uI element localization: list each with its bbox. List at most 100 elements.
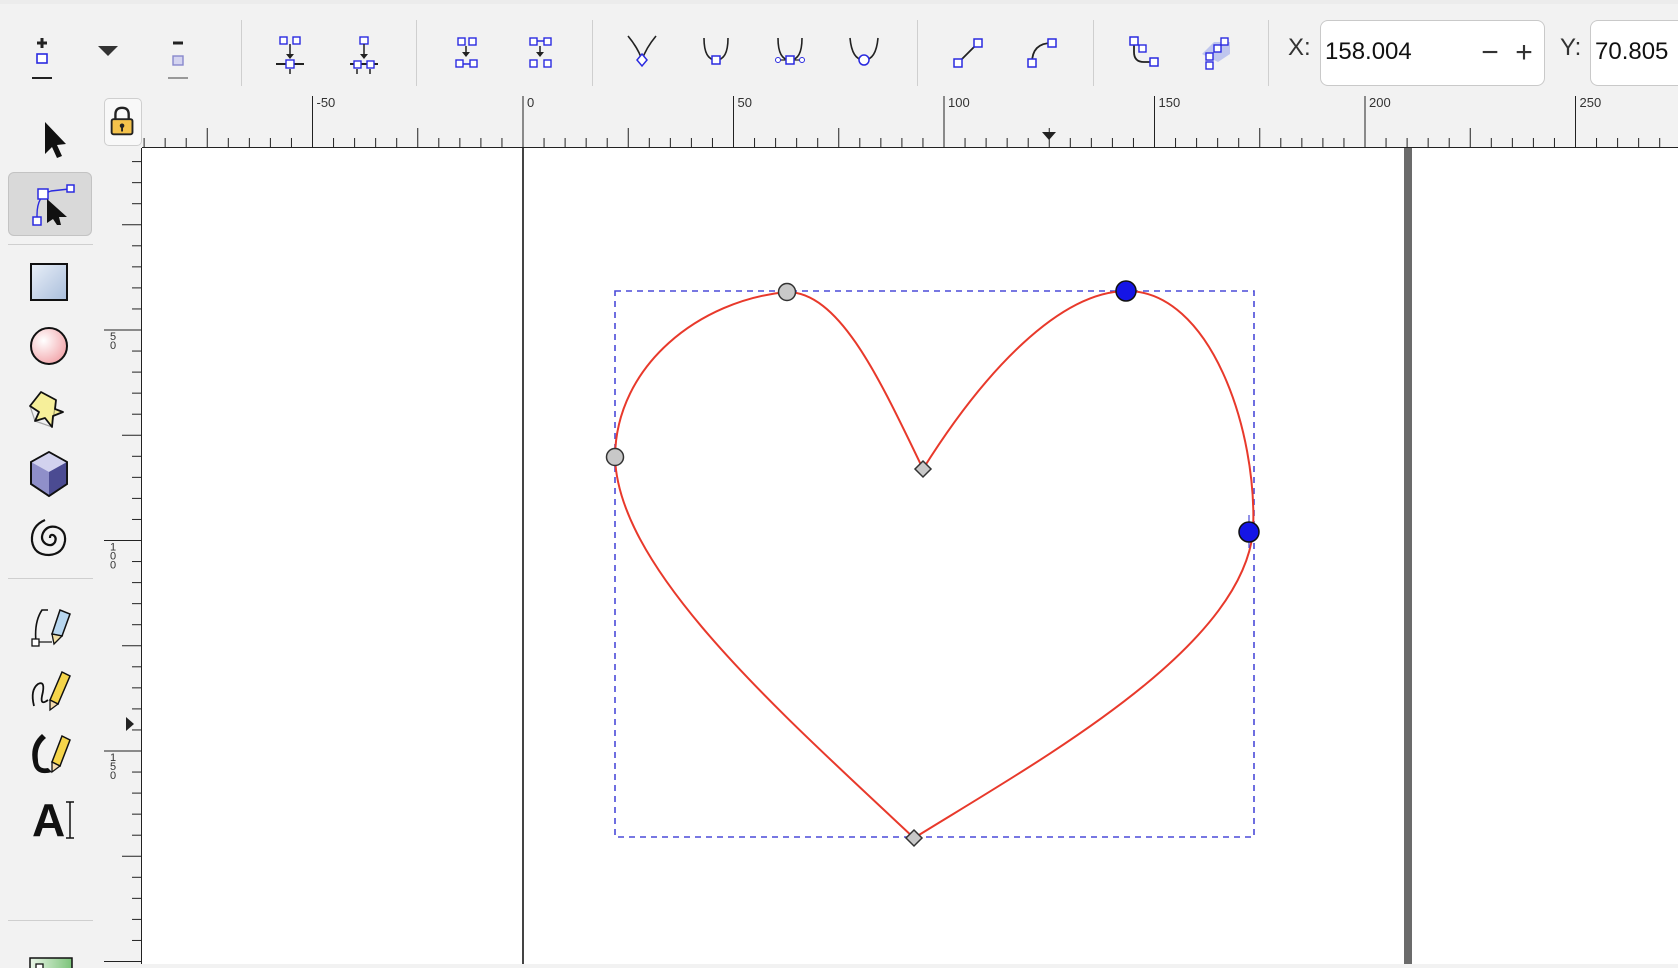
3d-box-tool[interactable] <box>8 442 92 506</box>
object-to-path-button[interactable] <box>1112 18 1176 82</box>
toolbar-separator <box>241 20 242 86</box>
ruler-cursor-marker <box>1042 132 1056 140</box>
drawing-canvas[interactable] <box>142 148 1678 964</box>
lock-icon <box>110 106 134 136</box>
x-coordinate-spinbox[interactable]: − + <box>1320 20 1545 86</box>
cube-icon <box>30 450 68 498</box>
node-smooth-icon <box>703 37 729 65</box>
node-symmetric-icon <box>775 37 805 65</box>
join-nodes-button[interactable] <box>258 18 322 82</box>
text-tool[interactable]: A <box>8 784 92 848</box>
pencil-icon <box>31 670 71 712</box>
delete-node-icon <box>168 41 188 79</box>
ruler-label: 0 <box>110 770 116 782</box>
stroke-to-path-button[interactable] <box>1184 18 1248 82</box>
x-coordinate-input[interactable] <box>1325 34 1470 70</box>
toolbar-separator <box>1268 20 1269 86</box>
stroke-to-path-icon <box>1202 37 1230 70</box>
ruler-label: 0 <box>110 340 116 352</box>
spiral-icon <box>30 518 67 557</box>
node-smooth-button[interactable] <box>684 18 748 82</box>
toolbox-separator <box>8 244 93 245</box>
ruler-label: 0 <box>527 96 534 110</box>
node-tool[interactable] <box>8 172 92 236</box>
path-node[interactable] <box>605 447 625 467</box>
ruler-label: 50 <box>738 96 752 110</box>
path-node[interactable] <box>777 282 797 302</box>
heart-path[interactable] <box>613 289 1255 840</box>
calligraphy-tool[interactable] <box>8 720 92 784</box>
ruler-label: 150 <box>1159 96 1181 110</box>
join-segment-icon <box>455 37 478 68</box>
ruler-label: 200 <box>1369 96 1391 110</box>
break-path-button[interactable] <box>332 18 396 82</box>
ellipse-tool[interactable] <box>8 314 92 378</box>
selection-bounding-box <box>614 290 1255 838</box>
ruler-label: 100 <box>948 96 970 110</box>
y-coordinate-label: Y: <box>1560 34 1582 61</box>
segment-curve-button[interactable] <box>1010 18 1074 82</box>
segment-line-button[interactable] <box>936 18 1000 82</box>
calligraphy-icon <box>32 734 71 774</box>
y-coordinate-input[interactable] <box>1595 34 1678 70</box>
horizontal-ruler[interactable]: -50 0 50 100 150 200 250 <box>142 96 1678 148</box>
segment-curve-icon <box>1027 38 1057 68</box>
x-increment-button[interactable]: + <box>1505 21 1543 85</box>
ruler-cursor-marker <box>126 717 134 731</box>
gradient-tool[interactable] <box>8 932 92 968</box>
delete-segment-button[interactable] <box>508 18 572 82</box>
selected-path-node[interactable] <box>1115 280 1137 302</box>
star-tool[interactable] <box>8 378 92 442</box>
rectangle-icon <box>30 263 68 301</box>
star-icon <box>29 391 64 428</box>
node-symmetric-button[interactable] <box>758 18 822 82</box>
page-right-edge <box>1404 148 1412 964</box>
pen-icon <box>31 609 71 647</box>
spiral-tool[interactable] <box>8 506 92 570</box>
x-decrement-button[interactable]: − <box>1471 21 1509 85</box>
text-icon: A <box>32 794 74 846</box>
node-cusp-button[interactable] <box>610 18 674 82</box>
join-nodes-icon <box>276 36 304 74</box>
vertical-ruler-scale: 501001502 <box>104 161 142 964</box>
tool-controls-bar: X: − + Y: <box>0 0 1678 96</box>
delete-segment-icon <box>529 37 552 68</box>
toolbox-separator <box>8 578 93 579</box>
arrow-pointer-icon <box>45 122 66 158</box>
toolbar-separator <box>592 20 593 86</box>
selector-tool[interactable] <box>8 106 92 170</box>
segment-line-icon <box>953 38 983 68</box>
insert-node-menu-button[interactable] <box>76 18 140 82</box>
join-segment-button[interactable] <box>434 18 498 82</box>
toolbox: A <box>0 96 100 968</box>
rectangle-tool[interactable] <box>8 250 92 314</box>
x-coordinate-label: X: <box>1288 34 1311 61</box>
insert-node-icon <box>32 38 52 79</box>
text-tool-glyph: A <box>32 794 65 846</box>
cusp-path-node[interactable] <box>913 459 933 479</box>
toolbar-top-strip <box>0 0 1678 4</box>
guide-lock-button[interactable] <box>104 98 142 146</box>
node-auto-icon <box>849 37 879 66</box>
ruler-label: -50 <box>317 96 336 110</box>
node-auto-button[interactable] <box>832 18 896 82</box>
bezier-tool[interactable] <box>8 592 92 656</box>
toolbox-separator <box>8 920 93 921</box>
gradient-icon <box>29 957 73 968</box>
insert-node-button[interactable] <box>10 18 74 82</box>
toolbar-separator <box>917 20 918 86</box>
toolbar-separator <box>1093 20 1094 86</box>
y-coordinate-spinbox[interactable] <box>1590 20 1678 86</box>
object-to-path-icon <box>1129 36 1159 67</box>
toolbar-separator <box>416 20 417 86</box>
canvas-drawing <box>522 148 1412 964</box>
selected-path-node[interactable] <box>1238 521 1260 543</box>
circle-icon <box>30 327 68 365</box>
node-edit-icon <box>32 184 75 226</box>
vertical-ruler[interactable]: 501001502 <box>104 148 142 964</box>
delete-node-button[interactable] <box>146 18 210 82</box>
pencil-tool[interactable] <box>8 656 92 720</box>
ruler-label: 0 <box>110 560 116 572</box>
horizontal-ruler-scale: -50 0 50 100 150 200 250 <box>143 96 1661 148</box>
break-path-icon <box>350 36 378 74</box>
